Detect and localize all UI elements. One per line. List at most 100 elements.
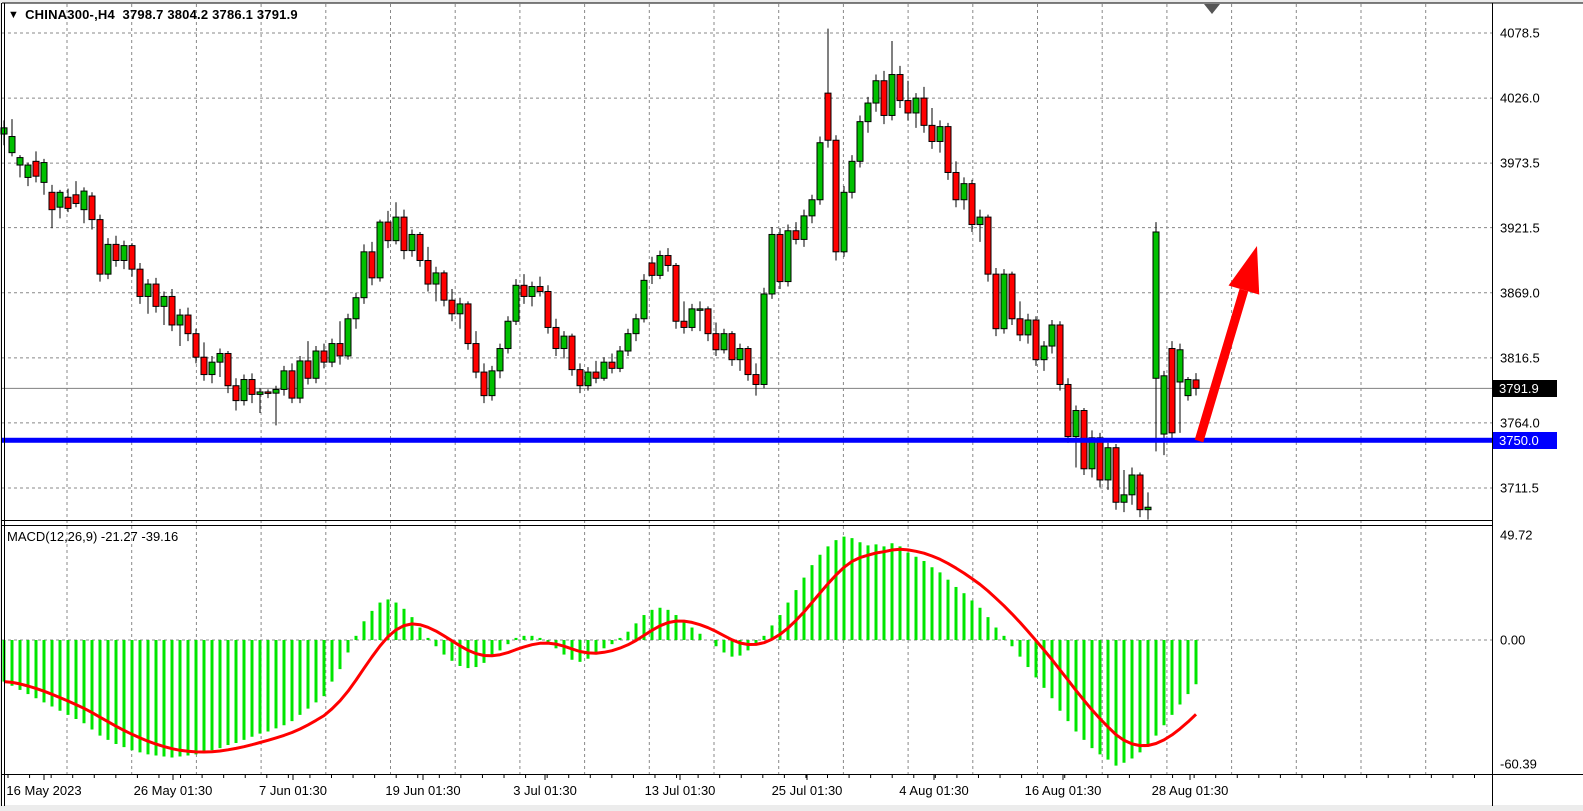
candle-body [721, 334, 727, 350]
time-axis-label: 26 May 01:30 [134, 783, 213, 798]
candle-body [1009, 274, 1015, 319]
candle-body [1193, 380, 1199, 388]
candle-body [857, 122, 863, 162]
candle-body [521, 285, 527, 296]
macd-indicator-label: MACD(12,26,9) -21.27 -39.16 [7, 529, 178, 544]
candle-body [1145, 507, 1151, 509]
time-axis-label: 19 Jun 01:30 [385, 783, 460, 798]
time-axis-label: 13 Jul 01:30 [645, 783, 716, 798]
candle-body [41, 163, 47, 183]
candle-body [281, 371, 287, 390]
candle-body [337, 344, 343, 356]
time-axis-label: 16 May 2023 [6, 783, 81, 798]
candle-body [1169, 349, 1175, 433]
candle-body [369, 252, 375, 278]
candle-body [225, 353, 231, 385]
candle-body [401, 217, 407, 250]
candle-body [161, 296, 167, 306]
candle-body [329, 344, 335, 363]
time-axis-label: 7 Jun 01:30 [259, 783, 327, 798]
candle-body [377, 222, 383, 278]
candle-body [833, 140, 839, 252]
candle-body [393, 217, 399, 241]
candle-body [417, 234, 423, 260]
candle-body [537, 287, 543, 292]
candle-body [745, 349, 751, 375]
candle-body [1017, 319, 1023, 335]
candle-body [1113, 448, 1119, 503]
candle-body [257, 392, 263, 394]
candle-body [641, 280, 647, 318]
candle-body [1137, 475, 1143, 510]
candle-body [441, 273, 447, 300]
candle-body [665, 256, 671, 266]
candle-body [105, 244, 111, 274]
candle-body [177, 315, 183, 325]
symbol-label: CHINA300-,H4 [25, 7, 115, 22]
price-axis-label: 3869.0 [1500, 285, 1540, 300]
candle-body [249, 380, 255, 395]
candle-body [361, 252, 367, 298]
candle-body [897, 75, 903, 101]
chart-title: ▼CHINA300-,H4 3798.7 3804.2 3786.1 3791.… [8, 7, 298, 22]
candle-body [801, 216, 807, 240]
chart-canvas[interactable] [0, 0, 1583, 811]
candle-body [289, 371, 295, 398]
price-axis-label: 3921.5 [1500, 220, 1540, 235]
candle-body [681, 321, 687, 327]
candle-body [817, 143, 823, 200]
symbol-dropdown-triangle-icon: ▼ [8, 9, 19, 21]
candle-body [585, 372, 591, 386]
candle-body [569, 336, 575, 369]
candle-body [689, 309, 695, 328]
candle-body [97, 220, 103, 275]
candle-body [193, 334, 199, 358]
candle-body [185, 315, 191, 334]
candle-body [321, 351, 327, 362]
candle-body [73, 195, 79, 204]
candle-body [969, 184, 975, 225]
candle-body [209, 362, 215, 374]
candle-body [993, 274, 999, 329]
candle-body [761, 294, 767, 385]
candle-body [609, 362, 615, 368]
candle-body [1185, 380, 1191, 396]
candle-body [481, 372, 487, 396]
current-price-badge: 3791.9 [1493, 380, 1557, 397]
candle-body [873, 81, 879, 103]
candle-body [473, 344, 479, 373]
candle-body [953, 172, 959, 199]
candle-body [385, 222, 391, 241]
candle-body [433, 273, 439, 284]
candle-body [345, 319, 351, 356]
candle-body [1001, 274, 1007, 329]
time-axis-label: 3 Jul 01:30 [513, 783, 577, 798]
price-axis-label: 3973.5 [1500, 156, 1540, 171]
candle-body [297, 361, 303, 398]
candle-body [409, 234, 415, 250]
candle-body [313, 351, 319, 378]
candle-body [17, 158, 23, 165]
candle-body [305, 361, 311, 378]
candle-body [753, 375, 759, 385]
candle-body [49, 192, 55, 209]
candle-body [233, 386, 239, 401]
candle-body [1153, 232, 1159, 378]
candle-body [945, 127, 951, 173]
candle-body [89, 196, 95, 220]
candle-body [985, 217, 991, 274]
time-axis-label: 16 Aug 01:30 [1025, 783, 1102, 798]
candle-body [201, 357, 207, 374]
candle-body [65, 197, 71, 208]
candle-body [153, 284, 159, 306]
mt4-chart-window: ▼CHINA300-,H4 3798.7 3804.2 3786.1 3791.… [0, 0, 1583, 811]
candle-body [513, 285, 519, 321]
candle-body [1065, 384, 1071, 436]
candle-body [673, 265, 679, 321]
candle-body [809, 200, 815, 216]
candle-body [1033, 320, 1039, 360]
candle-body [1129, 475, 1135, 495]
candle-body [137, 269, 143, 296]
candle-body [1073, 411, 1079, 437]
candle-body [961, 184, 967, 200]
